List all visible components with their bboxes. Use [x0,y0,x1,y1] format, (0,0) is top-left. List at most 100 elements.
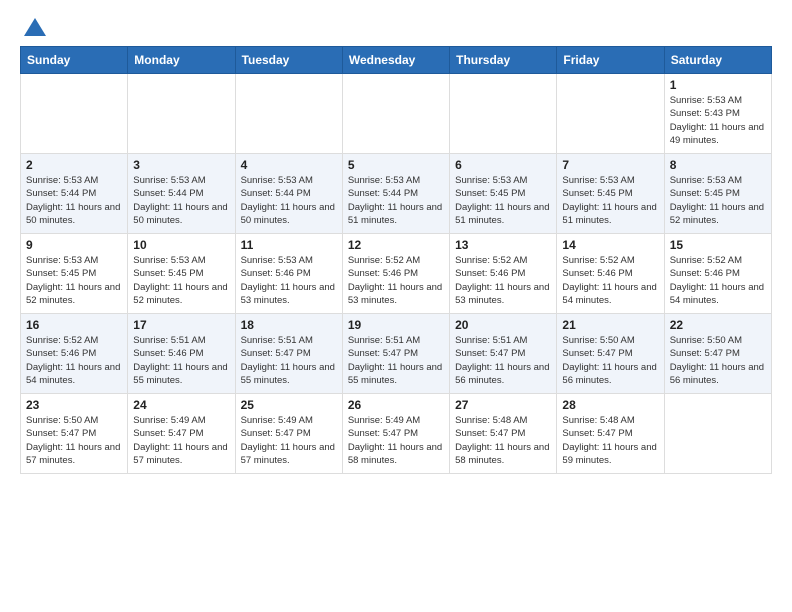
day-number: 21 [562,318,658,332]
weekday-header-sunday: Sunday [21,47,128,74]
calendar-cell: 24 Sunrise: 5:49 AM Sunset: 5:47 PM Dayli… [128,394,235,474]
day-info: Sunrise: 5:53 AM Sunset: 5:45 PM Dayligh… [26,254,122,307]
calendar-cell: 6 Sunrise: 5:53 AM Sunset: 5:45 PM Daylig… [450,154,557,234]
day-number: 27 [455,398,551,412]
calendar-cell [21,74,128,154]
day-info: Sunrise: 5:51 AM Sunset: 5:47 PM Dayligh… [241,334,337,387]
weekday-header-friday: Friday [557,47,664,74]
logo-icon [24,18,46,36]
calendar-cell: 3 Sunrise: 5:53 AM Sunset: 5:44 PM Daylig… [128,154,235,234]
day-number: 26 [348,398,444,412]
day-info: Sunrise: 5:53 AM Sunset: 5:45 PM Dayligh… [670,174,766,227]
day-number: 13 [455,238,551,252]
day-number: 10 [133,238,229,252]
calendar-cell: 5 Sunrise: 5:53 AM Sunset: 5:44 PM Daylig… [342,154,449,234]
weekday-header-wednesday: Wednesday [342,47,449,74]
day-info: Sunrise: 5:53 AM Sunset: 5:43 PM Dayligh… [670,94,766,147]
calendar-cell: 14 Sunrise: 5:52 AM Sunset: 5:46 PM Dayli… [557,234,664,314]
calendar-cell: 23 Sunrise: 5:50 AM Sunset: 5:47 PM Dayli… [21,394,128,474]
day-info: Sunrise: 5:53 AM Sunset: 5:45 PM Dayligh… [562,174,658,227]
day-number: 3 [133,158,229,172]
calendar-cell: 22Sunrise: 5:50 AM Sunset: 5:47 PM Dayli… [664,314,771,394]
day-number: 11 [241,238,337,252]
calendar-cell: 13 Sunrise: 5:52 AM Sunset: 5:46 PM Dayli… [450,234,557,314]
calendar-cell: 15Sunrise: 5:52 AM Sunset: 5:46 PM Dayli… [664,234,771,314]
day-info: Sunrise: 5:52 AM Sunset: 5:46 PM Dayligh… [562,254,658,307]
calendar-cell: 7 Sunrise: 5:53 AM Sunset: 5:45 PM Daylig… [557,154,664,234]
calendar-cell: 8Sunrise: 5:53 AM Sunset: 5:45 PM Daylig… [664,154,771,234]
day-number: 4 [241,158,337,172]
day-info: Sunrise: 5:48 AM Sunset: 5:47 PM Dayligh… [455,414,551,467]
calendar-cell: 25 Sunrise: 5:49 AM Sunset: 5:47 PM Dayli… [235,394,342,474]
day-info: Sunrise: 5:49 AM Sunset: 5:47 PM Dayligh… [241,414,337,467]
day-number: 24 [133,398,229,412]
calendar-week-4: 16Sunrise: 5:52 AM Sunset: 5:46 PM Dayli… [21,314,772,394]
calendar-cell: 4 Sunrise: 5:53 AM Sunset: 5:44 PM Daylig… [235,154,342,234]
calendar-cell [128,74,235,154]
calendar-week-5: 23 Sunrise: 5:50 AM Sunset: 5:47 PM Dayli… [21,394,772,474]
calendar-cell: 12 Sunrise: 5:52 AM Sunset: 5:46 PM Dayli… [342,234,449,314]
day-info: Sunrise: 5:53 AM Sunset: 5:44 PM Dayligh… [133,174,229,227]
weekday-header-monday: Monday [128,47,235,74]
day-info: Sunrise: 5:51 AM Sunset: 5:47 PM Dayligh… [348,334,444,387]
calendar-cell: 20 Sunrise: 5:51 AM Sunset: 5:47 PM Dayli… [450,314,557,394]
day-info: Sunrise: 5:53 AM Sunset: 5:44 PM Dayligh… [26,174,122,227]
day-info: Sunrise: 5:52 AM Sunset: 5:46 PM Dayligh… [348,254,444,307]
header [20,16,772,36]
calendar-cell: 19 Sunrise: 5:51 AM Sunset: 5:47 PM Dayli… [342,314,449,394]
day-info: Sunrise: 5:50 AM Sunset: 5:47 PM Dayligh… [670,334,766,387]
day-info: Sunrise: 5:50 AM Sunset: 5:47 PM Dayligh… [562,334,658,387]
day-number: 5 [348,158,444,172]
day-number: 19 [348,318,444,332]
page: SundayMondayTuesdayWednesdayThursdayFrid… [0,0,792,612]
weekday-header-thursday: Thursday [450,47,557,74]
calendar-table: SundayMondayTuesdayWednesdayThursdayFrid… [20,46,772,474]
calendar-cell [235,74,342,154]
day-number: 9 [26,238,122,252]
day-info: Sunrise: 5:51 AM Sunset: 5:46 PM Dayligh… [133,334,229,387]
day-info: Sunrise: 5:53 AM Sunset: 5:45 PM Dayligh… [455,174,551,227]
day-number: 20 [455,318,551,332]
calendar-cell: 26 Sunrise: 5:49 AM Sunset: 5:47 PM Dayli… [342,394,449,474]
calendar-cell: 21 Sunrise: 5:50 AM Sunset: 5:47 PM Dayli… [557,314,664,394]
calendar-cell [342,74,449,154]
calendar-week-3: 9 Sunrise: 5:53 AM Sunset: 5:45 PM Daylig… [21,234,772,314]
weekday-header-tuesday: Tuesday [235,47,342,74]
calendar-cell: 17Sunrise: 5:51 AM Sunset: 5:46 PM Dayli… [128,314,235,394]
weekday-header-saturday: Saturday [664,47,771,74]
calendar-cell [450,74,557,154]
day-info: Sunrise: 5:52 AM Sunset: 5:46 PM Dayligh… [455,254,551,307]
day-info: Sunrise: 5:51 AM Sunset: 5:47 PM Dayligh… [455,334,551,387]
day-number: 23 [26,398,122,412]
calendar-week-2: 2 Sunrise: 5:53 AM Sunset: 5:44 PM Daylig… [21,154,772,234]
day-number: 18 [241,318,337,332]
logo [20,16,46,36]
day-info: Sunrise: 5:53 AM Sunset: 5:44 PM Dayligh… [348,174,444,227]
calendar-cell: 9 Sunrise: 5:53 AM Sunset: 5:45 PM Daylig… [21,234,128,314]
day-info: Sunrise: 5:49 AM Sunset: 5:47 PM Dayligh… [133,414,229,467]
calendar-cell: 2 Sunrise: 5:53 AM Sunset: 5:44 PM Daylig… [21,154,128,234]
day-info: Sunrise: 5:49 AM Sunset: 5:47 PM Dayligh… [348,414,444,467]
day-number: 14 [562,238,658,252]
calendar-cell: 16Sunrise: 5:52 AM Sunset: 5:46 PM Dayli… [21,314,128,394]
day-number: 25 [241,398,337,412]
day-number: 6 [455,158,551,172]
calendar-cell: 18 Sunrise: 5:51 AM Sunset: 5:47 PM Dayli… [235,314,342,394]
day-number: 12 [348,238,444,252]
day-info: Sunrise: 5:53 AM Sunset: 5:44 PM Dayligh… [241,174,337,227]
day-number: 28 [562,398,658,412]
day-number: 7 [562,158,658,172]
day-info: Sunrise: 5:53 AM Sunset: 5:45 PM Dayligh… [133,254,229,307]
day-number: 1 [670,78,766,92]
calendar-cell: 10 Sunrise: 5:53 AM Sunset: 5:45 PM Dayli… [128,234,235,314]
calendar-cell: 27 Sunrise: 5:48 AM Sunset: 5:47 PM Dayli… [450,394,557,474]
calendar-header-row: SundayMondayTuesdayWednesdayThursdayFrid… [21,47,772,74]
day-number: 2 [26,158,122,172]
calendar-week-1: 1 Sunrise: 5:53 AM Sunset: 5:43 PM Daylig… [21,74,772,154]
calendar-cell: 1 Sunrise: 5:53 AM Sunset: 5:43 PM Daylig… [664,74,771,154]
day-info: Sunrise: 5:53 AM Sunset: 5:46 PM Dayligh… [241,254,337,307]
calendar-cell [664,394,771,474]
day-number: 16 [26,318,122,332]
day-info: Sunrise: 5:50 AM Sunset: 5:47 PM Dayligh… [26,414,122,467]
day-info: Sunrise: 5:48 AM Sunset: 5:47 PM Dayligh… [562,414,658,467]
